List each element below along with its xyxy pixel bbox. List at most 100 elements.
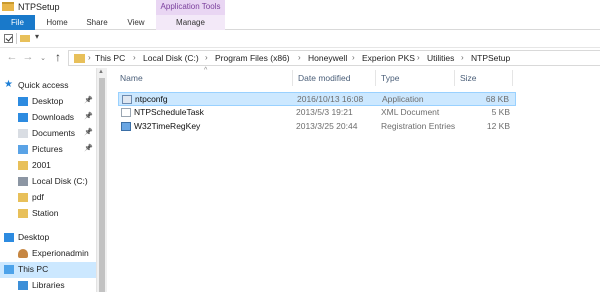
sidebar-item-2001[interactable]: 2001	[0, 158, 96, 174]
sidebar-item-label: Quick access	[18, 80, 69, 90]
back-arrow-icon[interactable]: ←	[6, 51, 18, 63]
column-header-type[interactable]: Type	[381, 73, 399, 83]
file-row[interactable]: NTPScheduleTask 2013/5/3 19:21 XML Documen…	[118, 106, 516, 120]
sidebar-item-quick-access[interactable]: ★ Quick access	[0, 78, 96, 94]
new-folder-icon[interactable]	[20, 35, 30, 42]
sidebar-item-label: Pictures	[32, 144, 63, 154]
column-header-size[interactable]: Size	[460, 73, 477, 83]
sort-indicator-icon: ^	[204, 67, 208, 74]
file-type: XML Document	[381, 107, 440, 117]
sidebar-item-label: pdf	[32, 192, 44, 202]
star-icon: ★	[4, 79, 13, 90]
file-date-modified: 2013/5/3 19:21	[296, 107, 353, 117]
title-bar: NTPSetup Application Tools	[0, 0, 600, 15]
breadcrumb-separator: ›	[88, 53, 91, 62]
breadcrumb-separator: ›	[461, 53, 464, 62]
file-row[interactable]: W32TimeRegKey 2013/3/25 20:44 Registration…	[118, 120, 516, 134]
drive-icon	[18, 177, 28, 186]
sidebar-item-label: Downloads	[32, 112, 75, 122]
column-divider[interactable]	[292, 70, 293, 86]
registry-icon	[121, 122, 131, 131]
sidebar-item-experionadmin[interactable]: Experionadmin	[0, 246, 96, 262]
pin-icon: 📌	[84, 97, 93, 104]
sidebar-item-desktop[interactable]: Desktop 📌	[0, 94, 96, 110]
breadcrumb-separator: ›	[352, 53, 355, 62]
file-list: ^ Name Date modified Type Size ntpconfg 2…	[108, 67, 600, 292]
breadcrumb-this-pc[interactable]: This PC	[95, 53, 125, 63]
ribbon-tabs: File Home Share View Manage	[0, 15, 600, 30]
folder-icon	[18, 161, 28, 170]
sidebar-item-libraries[interactable]: Libraries	[0, 278, 96, 292]
navigation-pane: ★ Quick access Desktop 📌 Downloads 📌 Documents…	[0, 68, 96, 292]
column-divider[interactable]	[454, 70, 455, 86]
folder-icon	[2, 2, 14, 11]
breadcrumb-separator: ›	[205, 53, 208, 62]
context-tab-header: Application Tools	[156, 0, 225, 15]
sidebar-item-station[interactable]: Station	[0, 206, 96, 222]
file-row[interactable]: ntpconfg 2016/10/13 16:08 Application 68 KB	[118, 92, 516, 106]
computer-icon	[4, 265, 14, 274]
scroll-up-icon[interactable]: ▲	[98, 69, 104, 75]
tab-manage[interactable]: Manage	[156, 15, 225, 30]
quick-access-toolbar: ▾	[0, 31, 600, 46]
pin-icon: 📌	[84, 113, 93, 120]
breadcrumb-separator: ›	[133, 53, 136, 62]
application-icon	[122, 95, 132, 104]
sidebar-item-label: This PC	[18, 264, 49, 274]
sidebar-item-documents[interactable]: Documents 📌	[0, 126, 96, 142]
tab-file[interactable]: File	[0, 15, 35, 30]
sidebar-item-label: Station	[32, 208, 59, 218]
file-size: 68 KB	[485, 94, 509, 104]
file-size: 5 KB	[491, 107, 510, 117]
toolbar-divider	[16, 33, 17, 44]
file-type: Registration Entries	[381, 121, 456, 131]
file-name: W32TimeRegKey	[134, 121, 201, 131]
navigation-bar: ← → ⌄ ↑ › This PC › Local Disk (C:) › Pr…	[0, 47, 600, 67]
sidebar-item-pdf[interactable]: pdf	[0, 190, 96, 206]
sidebar-item-label: Local Disk (C:)	[32, 176, 88, 186]
file-size: 12 KB	[486, 121, 510, 131]
breadcrumb-local-disk[interactable]: Local Disk (C:)	[143, 53, 199, 63]
sidebar-item-label: 2001	[32, 160, 51, 170]
sidebar-item-this-pc[interactable]: This PC	[0, 262, 96, 278]
up-arrow-icon[interactable]: ↑	[52, 51, 64, 63]
forward-arrow-icon[interactable]: →	[22, 51, 34, 63]
sidebar-item-downloads[interactable]: Downloads 📌	[0, 110, 96, 126]
file-name: NTPScheduleTask	[134, 107, 204, 117]
sidebar-item-local-disk-c[interactable]: Local Disk (C:)	[0, 174, 96, 190]
desktop-icon	[18, 97, 28, 106]
breadcrumb-experion-pks[interactable]: Experion PKS	[362, 53, 415, 63]
sidebar-item-desktop[interactable]: Desktop	[0, 230, 96, 246]
column-divider[interactable]	[375, 70, 376, 86]
tab-share[interactable]: Share	[80, 15, 114, 30]
file-date-modified: 2013/3/25 20:44	[296, 121, 358, 131]
libraries-icon	[18, 281, 28, 290]
sidebar-item-label: Desktop	[18, 232, 50, 242]
breadcrumb-separator: ›	[298, 53, 301, 62]
column-header-name[interactable]: Name	[120, 73, 143, 83]
recent-locations-icon[interactable]: ⌄	[37, 53, 49, 65]
file-type: Application	[382, 94, 424, 104]
properties-icon[interactable]	[4, 34, 13, 43]
sidebar-item-pictures[interactable]: Pictures 📌	[0, 142, 96, 158]
desktop-icon	[4, 233, 14, 242]
tab-home[interactable]: Home	[40, 15, 74, 30]
folder-icon	[18, 193, 28, 202]
breadcrumb-honeywell[interactable]: Honeywell	[308, 53, 347, 63]
navigation-pane-scrollbar[interactable]: ▲	[96, 68, 107, 292]
address-bar[interactable]: › This PC › Local Disk (C:) › Program Fi…	[68, 50, 600, 66]
documents-icon	[18, 129, 28, 138]
breadcrumb-separator: ›	[417, 53, 420, 62]
sidebar-item-label: Experionadmin	[32, 248, 89, 258]
breadcrumb-program-files[interactable]: Program Files (x86)	[215, 53, 290, 63]
column-divider[interactable]	[512, 70, 513, 86]
sidebar-item-label: Desktop	[32, 96, 64, 106]
pin-icon: 📌	[84, 145, 93, 152]
pin-icon: 📌	[84, 129, 93, 136]
breadcrumb-utilities[interactable]: Utilities	[427, 53, 454, 63]
tab-view[interactable]: View	[120, 15, 152, 30]
scrollbar-thumb[interactable]	[99, 78, 105, 292]
column-header-date-modified[interactable]: Date modified	[298, 73, 350, 83]
breadcrumb-ntpsetup[interactable]: NTPSetup	[471, 53, 510, 63]
customize-toolbar-icon[interactable]: ▾	[35, 32, 39, 41]
